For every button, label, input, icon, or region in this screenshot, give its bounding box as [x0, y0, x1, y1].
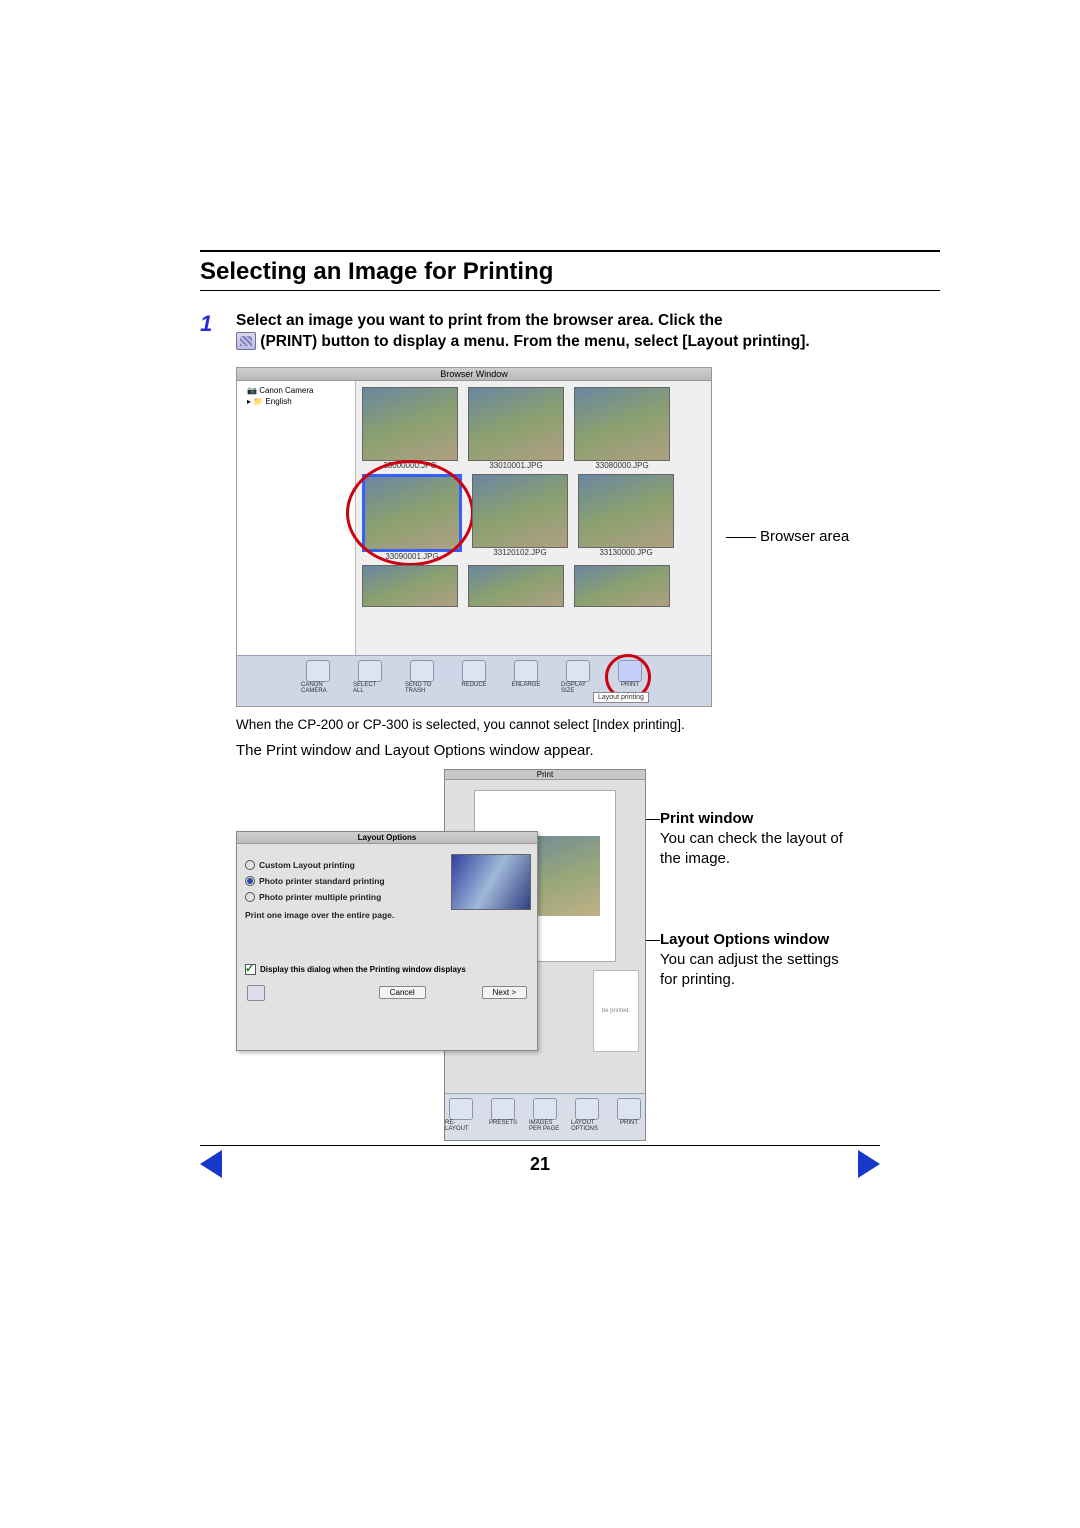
- radio-standard-printing[interactable]: Photo printer standard printing: [245, 876, 443, 886]
- print-toolbar: RE-LAYOUT PRESETS IMAGES PER PAGE LAYOUT…: [445, 1093, 645, 1140]
- section-title: Selecting an Image for Printing: [200, 258, 940, 286]
- thumbnail: [468, 387, 564, 461]
- browser-window-figure: Browser Window 📷 Canon Camera ▸ 📁 Englis…: [236, 367, 712, 707]
- toolbar-reduce-button[interactable]: REDUCE: [457, 660, 491, 706]
- display-dialog-checkbox[interactable]: Display this dialog when the Printing wi…: [245, 964, 529, 975]
- prev-page-button[interactable]: [200, 1150, 222, 1178]
- print-layout-figure: Print be printed. RE-LAYOUT PRESETS IMAG…: [236, 769, 646, 1139]
- images-per-page-button[interactable]: IMAGES PER PAGE: [529, 1098, 561, 1140]
- thumbnail: [362, 387, 458, 461]
- toolbar-selectall-button[interactable]: SELECT ALL: [353, 660, 387, 706]
- toolbar-trash-button[interactable]: SEND TO TRASH: [405, 660, 439, 706]
- toolbar-print-button[interactable]: PRINT Layout printing: [613, 660, 647, 706]
- radio-custom-layout[interactable]: Custom Layout printing: [245, 860, 443, 870]
- browser-window-title: Browser Window: [237, 368, 711, 381]
- step-number: 1: [200, 311, 236, 337]
- presets-button[interactable]: PRESETS: [487, 1098, 519, 1140]
- layout-options-button[interactable]: LAYOUT OPTIONS: [571, 1098, 603, 1140]
- help-button[interactable]: [247, 985, 265, 1001]
- browser-toolbar: CANON CAMERA SELECT ALL SEND TO TRASH RE…: [237, 655, 711, 706]
- step-line2: (PRINT) button to display a menu. From t…: [256, 333, 810, 350]
- print-side-panel: be printed.: [593, 970, 639, 1052]
- radio-multiple-printing[interactable]: Photo printer multiple printing: [245, 892, 443, 902]
- folder-tree: 📷 Canon Camera ▸ 📁 English: [237, 381, 356, 655]
- print-window-annotation: Print window You can check the layout of…: [660, 809, 850, 870]
- note-text: When the CP-200 or CP-300 is selected, y…: [236, 717, 940, 732]
- thumbnail: [574, 387, 670, 461]
- toolbar-enlarge-button[interactable]: ENLARGE: [509, 660, 543, 706]
- thumbnail: [574, 565, 670, 607]
- print-icon: [236, 332, 256, 350]
- toolbar-camera-button[interactable]: CANON CAMERA: [301, 660, 335, 706]
- next-page-button[interactable]: [858, 1150, 880, 1178]
- next-button[interactable]: Next >: [482, 986, 527, 999]
- layout-options-annotation: Layout Options window You can adjust the…: [660, 930, 850, 991]
- toolbar-displaysize-button[interactable]: DISPLAY SIZE: [561, 660, 595, 706]
- print-button[interactable]: PRINT: [613, 1098, 645, 1140]
- relayout-button[interactable]: RE-LAYOUT: [445, 1098, 477, 1140]
- print-menu-hint: Layout printing: [593, 692, 649, 703]
- thumbnail: [468, 565, 564, 607]
- result-text: The Print window and Layout Options wind…: [236, 742, 940, 759]
- layout-options-window: Layout Options Custom Layout printing Ph…: [236, 831, 538, 1051]
- layout-options-title: Layout Options: [237, 832, 537, 844]
- thumbnail: [578, 474, 674, 548]
- thumbnail-selected: [362, 474, 462, 552]
- thumbnail: [472, 474, 568, 548]
- tree-item: 📷 Canon Camera: [241, 385, 351, 396]
- tree-item: ▸ 📁 English: [241, 396, 351, 407]
- thumbnail-grid: 33000000.JPG 33010001.JPG 33080000.JPG 3…: [356, 381, 711, 655]
- layout-preview-thumb: [451, 854, 531, 910]
- step-instruction: Select an image you want to print from t…: [236, 311, 940, 353]
- browser-area-label: Browser area: [726, 527, 849, 547]
- page-number: 21: [530, 1154, 550, 1175]
- thumbnail: [362, 565, 458, 607]
- cancel-button[interactable]: Cancel: [379, 986, 426, 999]
- step-line1: Select an image you want to print from t…: [236, 312, 723, 329]
- layout-desc: Print one image over the entire page.: [245, 910, 443, 920]
- print-window-title: Print: [445, 770, 645, 780]
